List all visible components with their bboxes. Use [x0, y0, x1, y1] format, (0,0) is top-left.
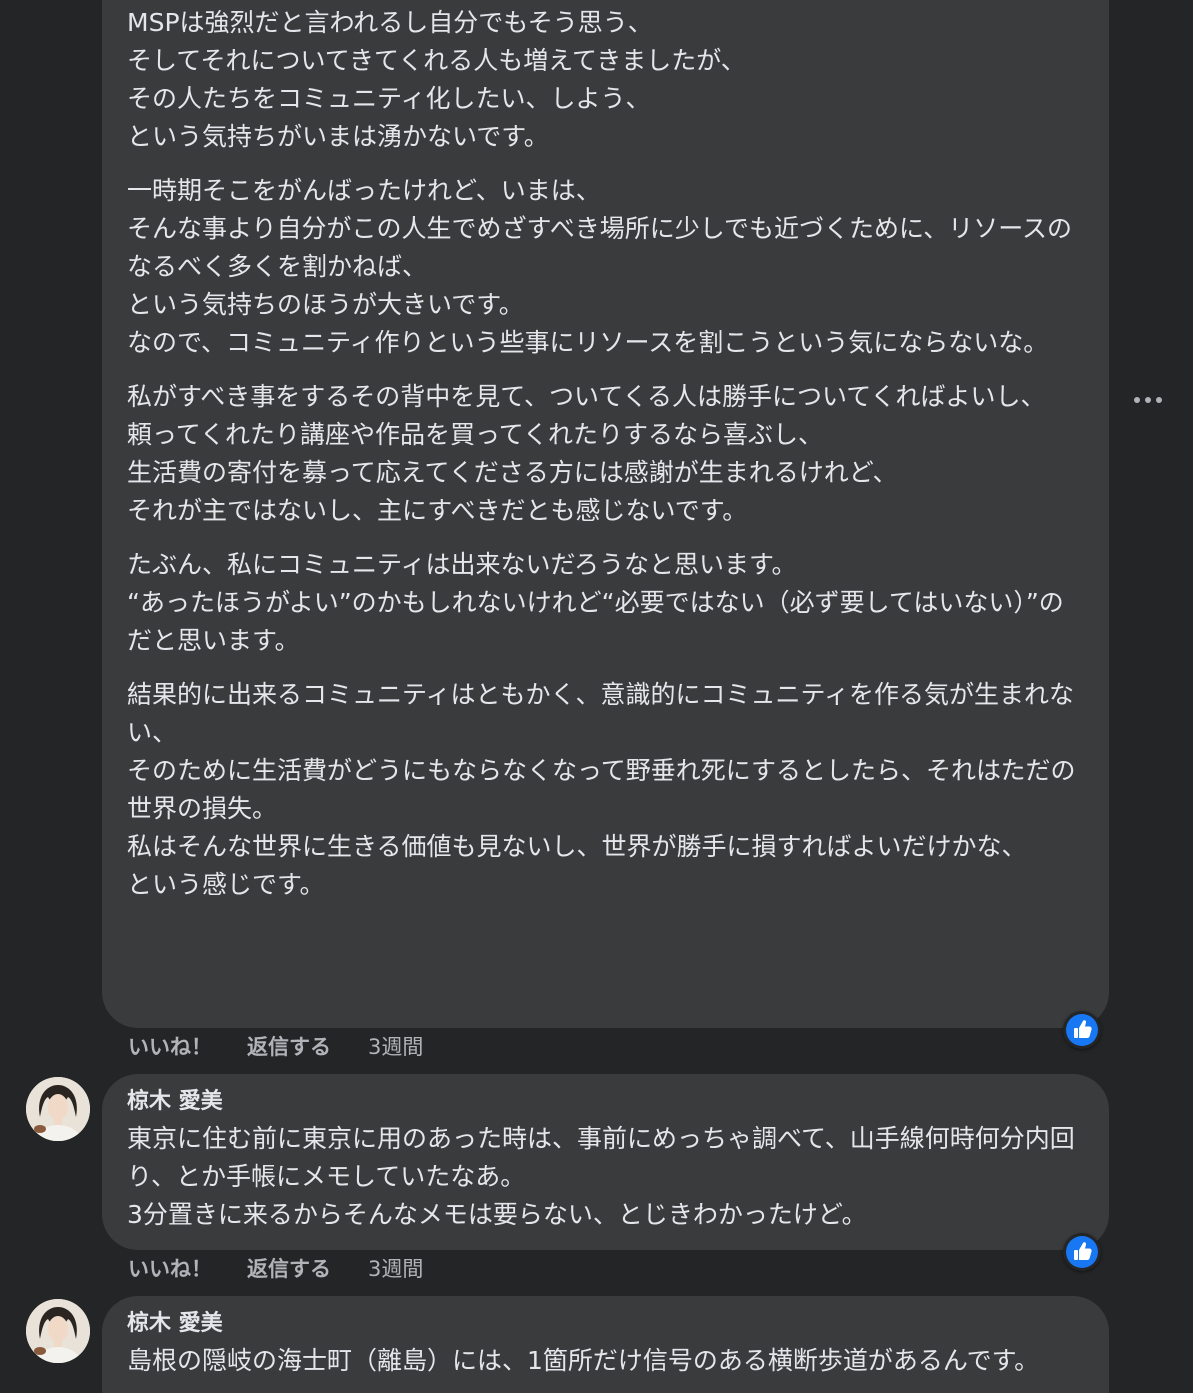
comment-paragraph: 私がすべき事をするその背中を見て、ついてくる人は勝手についてくればよいし、 頼っ…	[127, 382, 1046, 525]
reply-button[interactable]: 返信する	[247, 1253, 368, 1285]
more-options-icon[interactable]	[1128, 385, 1168, 415]
comment-paragraph: 結果的に出来るコミュニティはともかく、意識的にコミュニティを作る気が生まれない、…	[127, 680, 1076, 899]
comment-bubble: 椋木 愛美 島根の隠岐の海士町（離島）には、1箇所だけ信号のある横断歩道があるん…	[102, 1296, 1109, 1393]
reply-button[interactable]: 返信する	[247, 1031, 368, 1063]
comment-paragraph: たぶん、私にコミュニティは出来ないだろうなと思います。 “あったほうがよい”のか…	[127, 550, 1064, 655]
comment-author[interactable]: 椋木 愛美	[127, 1086, 1085, 1118]
comment-paragraph: 一時期そこをがんばったけれど、いまは、 そんな事より自分がこの人生でめざすべき場…	[127, 176, 1073, 357]
like-reaction-badge[interactable]	[1063, 1233, 1101, 1271]
like-thumb-icon	[1066, 1236, 1098, 1268]
like-reaction-badge[interactable]	[1063, 1011, 1101, 1049]
user-avatar[interactable]	[26, 1077, 90, 1141]
comment-bubble: 椋木 愛美 東京に住む前に東京に用のあった時は、事前にめっちゃ調べて、山手線何時…	[102, 1074, 1109, 1250]
comment-actions: いいね！ 返信する 3週間	[128, 1031, 423, 1063]
comment-timestamp[interactable]: 3週間	[368, 1253, 423, 1285]
like-button[interactable]: いいね！	[128, 1031, 247, 1063]
like-button[interactable]: いいね！	[128, 1253, 247, 1285]
user-avatar[interactable]	[26, 1299, 90, 1363]
comment-paragraph: MSPは強烈だと言われるし自分でもそう思う、 そしてそれについてきてくれる人も増…	[127, 8, 746, 151]
comment-actions: いいね！ 返信する 3週間	[128, 1253, 423, 1285]
comment-text: 島根の隠岐の海士町（離島）には、1箇所だけ信号のある横断歩道があるんです。	[127, 1346, 1040, 1375]
like-thumb-icon	[1066, 1014, 1098, 1046]
comment-timestamp[interactable]: 3週間	[368, 1031, 423, 1063]
comment-bubble: MSPは強烈だと言われるし自分でもそう思う、 そしてそれについてきてくれる人も増…	[102, 0, 1109, 1028]
comment-thread: MSPは強烈だと言われるし自分でもそう思う、 そしてそれについてきてくれる人も増…	[0, 0, 1193, 1393]
comment-text: 東京に住む前に東京に用のあった時は、事前にめっちゃ調べて、山手線何時何分内回り、…	[127, 1124, 1075, 1229]
comment-author[interactable]: 椋木 愛美	[127, 1308, 1085, 1340]
